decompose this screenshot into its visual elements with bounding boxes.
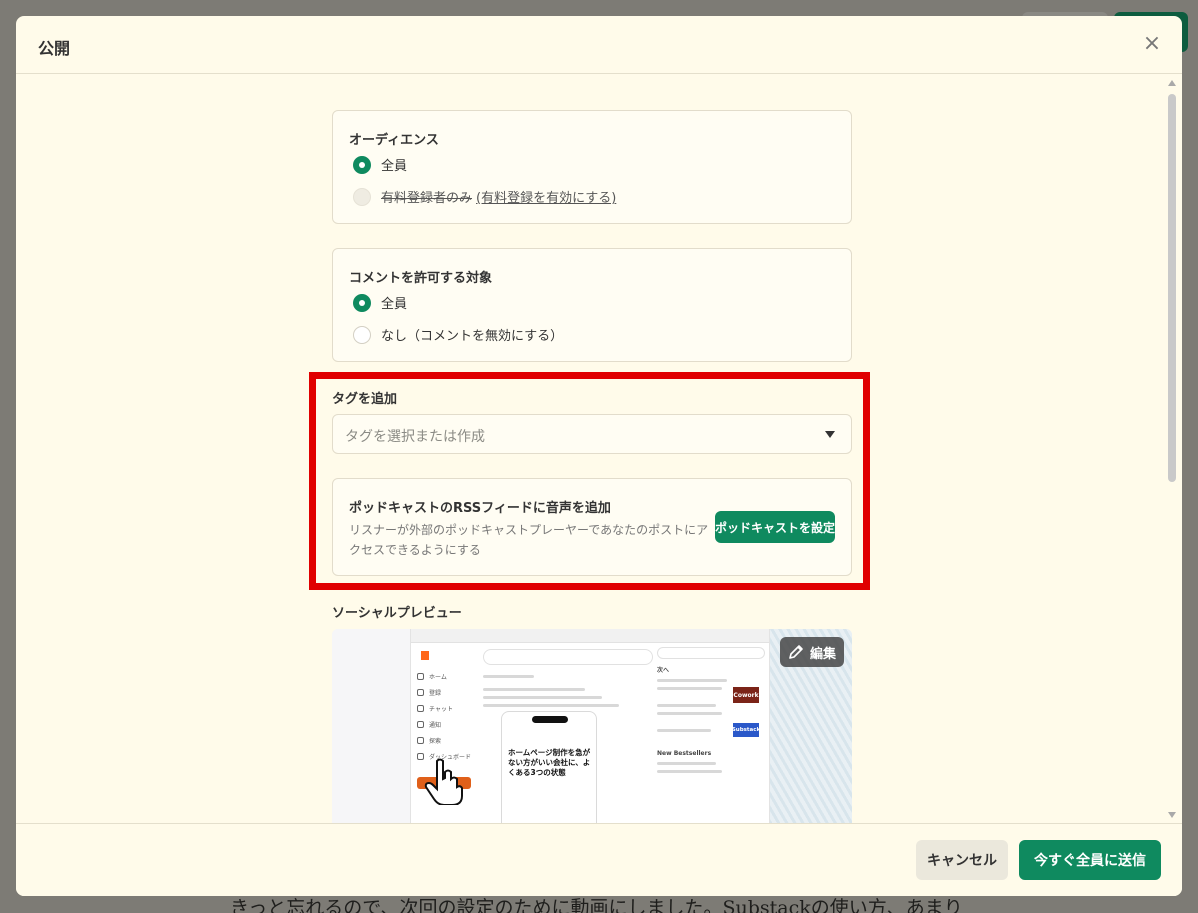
nav-label: 登録 — [429, 689, 442, 697]
modal-header: 公開 × — [16, 16, 1182, 74]
comments-option-none[interactable]: なし（コメントを無効にする） — [353, 325, 563, 344]
scroll-down-icon[interactable] — [1168, 812, 1176, 818]
phone-headline: ホームページ制作を急がない方がいい会社に、よくある3つの状態 — [508, 748, 591, 777]
comments-card: コメントを許可する対象 全員 なし（コメントを無効にする） — [332, 248, 852, 362]
inbox-icon — [417, 688, 424, 696]
screenshot-text-line — [657, 687, 722, 690]
enable-paid-link[interactable]: (有料登録を有効にする) — [476, 187, 616, 206]
screenshot-nav-item: チャット — [417, 700, 479, 716]
close-icon[interactable]: × — [1140, 33, 1164, 57]
modal-footer: キャンセル 今すぐ全員に送信 — [16, 823, 1182, 896]
screenshot-text-line — [657, 770, 722, 773]
modal-title: 公開 — [38, 39, 71, 58]
screenshot-text-line — [483, 696, 602, 699]
edit-preview-button[interactable]: 編集 — [780, 637, 844, 667]
modal-scrollbar[interactable] — [1166, 76, 1178, 822]
screenshot-text-line — [657, 729, 711, 732]
radio-disabled-icon — [353, 187, 371, 206]
edit-button-label: 編集 — [809, 646, 836, 662]
screenshot-text-line — [483, 675, 534, 678]
sidebar-heading: New Bestsellers — [657, 750, 712, 757]
substack-logo-icon — [421, 651, 429, 660]
phone-notch — [532, 716, 568, 723]
social-preview-title: ソーシャルプレビュー — [332, 606, 462, 621]
pencil-icon — [789, 645, 803, 659]
screenshot-bookmarks-bar — [411, 629, 769, 643]
screenshot-nav-item: 探索 — [417, 732, 479, 748]
screenshot-text-line — [657, 679, 728, 682]
audience-option-label: 全員 — [381, 159, 408, 174]
cowork-badge: Cowork — [733, 687, 759, 703]
highlight-annotation — [309, 372, 870, 590]
scrollbar-thumb[interactable] — [1168, 94, 1176, 482]
audience-card: オーディエンス 全員 有料登録者のみ (有料登録を有効にする) — [332, 110, 852, 224]
nav-label: ホーム — [429, 673, 447, 681]
preview-left-bg — [332, 629, 410, 823]
send-to-everyone-button[interactable]: 今すぐ全員に送信 — [1019, 840, 1161, 880]
screenshot-text-line — [483, 704, 619, 707]
audience-option-label: 有料登録者のみ — [381, 191, 473, 206]
background-article-text: きっと忘れるので、次回の設定のために動画にしました。Substackの使い方、あ… — [230, 897, 963, 913]
bell-icon — [417, 720, 424, 728]
nav-label: 探索 — [429, 737, 442, 745]
comments-option-label: 全員 — [381, 297, 408, 312]
social-preview-image: ホーム 登録 チャット 通知 探索 ダッシュボード ホームページ制作を急がない方… — [332, 629, 852, 823]
modal-scroll-area[interactable]: オーディエンス 全員 有料登録者のみ (有料登録を有効にする) コメントを許可す… — [16, 75, 1182, 823]
screenshot-sidebar: 次へ New Bestsellers — [657, 647, 765, 773]
audience-title: オーディエンス — [349, 133, 439, 148]
audience-option-paid: 有料登録者のみ (有料登録を有効にする) — [353, 187, 616, 206]
comments-option-everyone[interactable]: 全員 — [353, 293, 407, 312]
pointer-hand-icon — [424, 758, 463, 805]
screenshot-text-line — [657, 712, 722, 715]
chat-icon — [417, 704, 424, 712]
comments-title: コメントを許可する対象 — [349, 271, 493, 286]
radio-unchecked-icon[interactable] — [353, 325, 371, 344]
screenshot-search-box — [657, 647, 765, 659]
search-icon — [417, 736, 424, 744]
audience-option-everyone[interactable]: 全員 — [353, 155, 407, 174]
screenshot-text-line — [483, 688, 585, 691]
screenshot-nav-item: 登録 — [417, 684, 479, 700]
substack-badge: Substack — [732, 723, 760, 737]
screenshot-text-line — [657, 762, 717, 765]
screenshot-text-line — [657, 704, 717, 707]
cancel-button[interactable]: キャンセル — [916, 840, 1008, 880]
preview-screenshot: ホーム 登録 チャット 通知 探索 ダッシュボード ホームページ制作を急がない方… — [410, 629, 770, 823]
screenshot-phone-mockup: ホームページ制作を急がない方がいい会社に、よくある3つの状態 — [501, 711, 597, 823]
screenshot-feed — [483, 649, 653, 707]
radio-checked-icon[interactable] — [353, 293, 371, 312]
nav-label: チャット — [429, 705, 453, 713]
nav-label: 通知 — [429, 721, 442, 729]
scroll-up-icon[interactable] — [1168, 80, 1176, 86]
screenshot-compose-box — [483, 649, 653, 665]
screenshot-nav: ホーム 登録 チャット 通知 探索 ダッシュボード — [417, 651, 479, 764]
sidebar-heading: 次へ — [657, 667, 670, 674]
home-icon — [417, 672, 424, 680]
comments-option-label: なし（コメントを無効にする） — [381, 329, 564, 344]
screenshot-nav-item: ホーム — [417, 668, 479, 684]
screenshot-nav-item: 通知 — [417, 716, 479, 732]
publish-modal: 公開 × オーディエンス 全員 有料登録者のみ (有料登録を有効にする) コメン… — [16, 16, 1182, 896]
radio-checked-icon[interactable] — [353, 155, 371, 174]
